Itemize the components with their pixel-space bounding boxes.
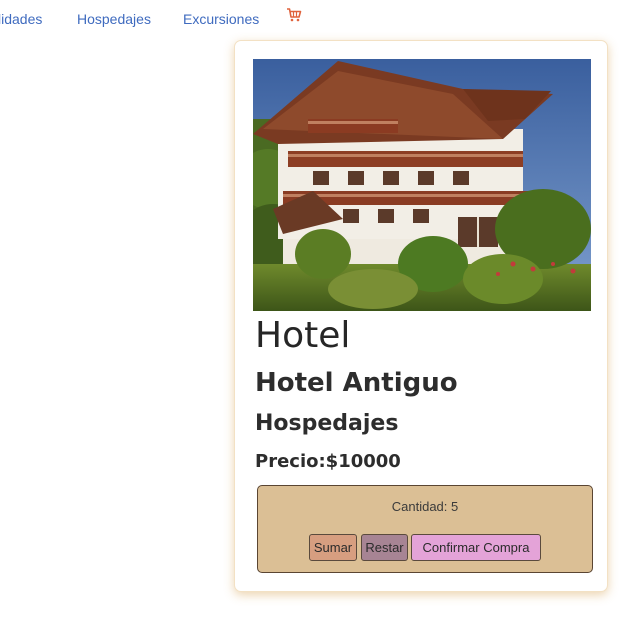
category-label: Hospedajes [255, 411, 399, 436]
top-nav: lidades Hospedajes Excursiones [0, 0, 640, 40]
card-title: Hotel [255, 315, 351, 356]
nav-link-hospedajes[interactable]: Hospedajes [77, 11, 151, 27]
nav-link-localidades[interactable]: lidades [0, 11, 42, 27]
hotel-image [253, 59, 591, 311]
shopping-cart-icon[interactable] [286, 7, 302, 22]
quantity-counter: Cantidad: 5 Sumar Restar Confirmar Compr… [257, 485, 593, 573]
confirm-purchase-button[interactable]: Confirmar Compra [411, 534, 541, 561]
nav-link-excursiones[interactable]: Excursiones [183, 11, 259, 27]
product-card: Hotel Hotel Antiguo Hospedajes Precio:$1… [234, 40, 608, 592]
page: lidades Hospedajes Excursiones Hotel Hot… [0, 0, 640, 640]
hotel-name: Hotel Antiguo [255, 368, 458, 398]
quantity-text: Cantidad: 5 [391, 499, 459, 514]
restar-button[interactable]: Restar [361, 534, 408, 561]
price-label: Precio:$10000 [255, 451, 401, 472]
sumar-button[interactable]: Sumar [309, 534, 357, 561]
